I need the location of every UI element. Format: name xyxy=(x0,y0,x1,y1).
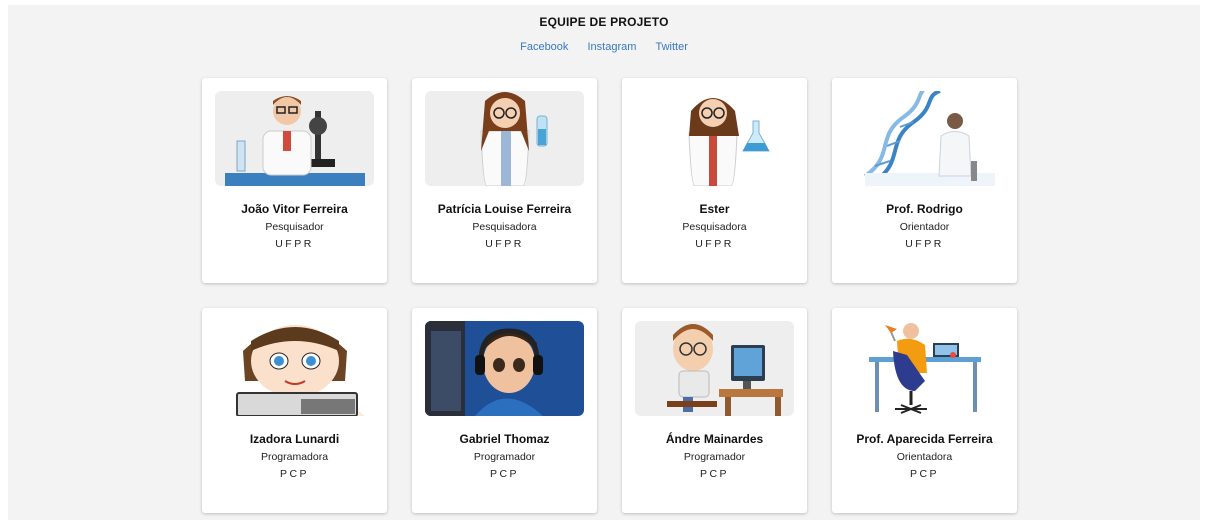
team-grid: João Vitor Ferreira Pesquisador UFPR Pat… xyxy=(202,78,1017,513)
twitter-link[interactable]: Twitter xyxy=(655,41,687,53)
member-role: Programador xyxy=(473,451,536,463)
member-role: Pesquisadora xyxy=(682,221,747,233)
member-institution: UFPR xyxy=(905,238,944,250)
social-links: Facebook Instagram Twitter xyxy=(8,40,1200,54)
member-card: Gabriel Thomaz Programador PCP xyxy=(412,308,597,513)
member-name: João Vitor Ferreira xyxy=(241,202,348,216)
girl-laptop-icon xyxy=(215,321,374,416)
member-card: Patrícia Louise Ferreira Pesquisadora UF… xyxy=(412,78,597,283)
member-name: Prof. Rodrigo xyxy=(886,202,963,216)
member-role: Programador xyxy=(683,451,746,463)
member-card: Prof. Rodrigo Orientador UFPR xyxy=(832,78,1017,283)
member-institution: PCP xyxy=(279,468,310,480)
scientist-flask-icon xyxy=(425,91,584,186)
instagram-link[interactable]: Instagram xyxy=(587,41,636,53)
member-card: Ester Pesquisadora UFPR xyxy=(622,78,807,283)
member-institution: UFPR xyxy=(695,238,734,250)
person-desk-icon xyxy=(845,321,1004,416)
member-role: Pesquisador xyxy=(265,221,324,233)
facebook-link[interactable]: Facebook xyxy=(520,41,568,53)
member-name: Gabriel Thomaz xyxy=(459,432,550,446)
member-institution: PCP xyxy=(909,468,940,480)
member-institution: PCP xyxy=(699,468,730,480)
member-institution: UFPR xyxy=(485,238,524,250)
member-role: Programadora xyxy=(260,451,329,463)
page-title: EQUIPE DE PROJETO xyxy=(539,15,669,29)
member-institution: PCP xyxy=(489,468,520,480)
scientist-flask-icon xyxy=(635,91,794,186)
member-name: Patrícia Louise Ferreira xyxy=(437,202,572,216)
page-container: EQUIPE DE PROJETO Facebook Instagram Twi… xyxy=(8,5,1200,520)
member-role: Pesquisadora xyxy=(472,221,537,233)
boy-headset-icon xyxy=(425,321,584,416)
member-role: Orientadora xyxy=(896,451,953,463)
header: EQUIPE DE PROJETO Facebook Instagram Twi… xyxy=(8,5,1200,54)
scientist-microscope-icon xyxy=(215,91,374,186)
member-institution: UFPR xyxy=(275,238,314,250)
member-card: Ándre Mainardes Programador PCP xyxy=(622,308,807,513)
member-name: Ester xyxy=(699,202,730,216)
member-name: Prof. Aparecida Ferreira xyxy=(856,432,993,446)
member-card: Prof. Aparecida Ferreira Orientadora PCP xyxy=(832,308,1017,513)
boy-computer-icon xyxy=(635,321,794,416)
member-name: Izadora Lunardi xyxy=(249,432,340,446)
member-card: Izadora Lunardi Programadora PCP xyxy=(202,308,387,513)
dna-scientist-icon xyxy=(845,91,1004,186)
member-name: Ándre Mainardes xyxy=(665,432,764,446)
member-card: João Vitor Ferreira Pesquisador UFPR xyxy=(202,78,387,283)
member-role: Orientador xyxy=(899,221,950,233)
